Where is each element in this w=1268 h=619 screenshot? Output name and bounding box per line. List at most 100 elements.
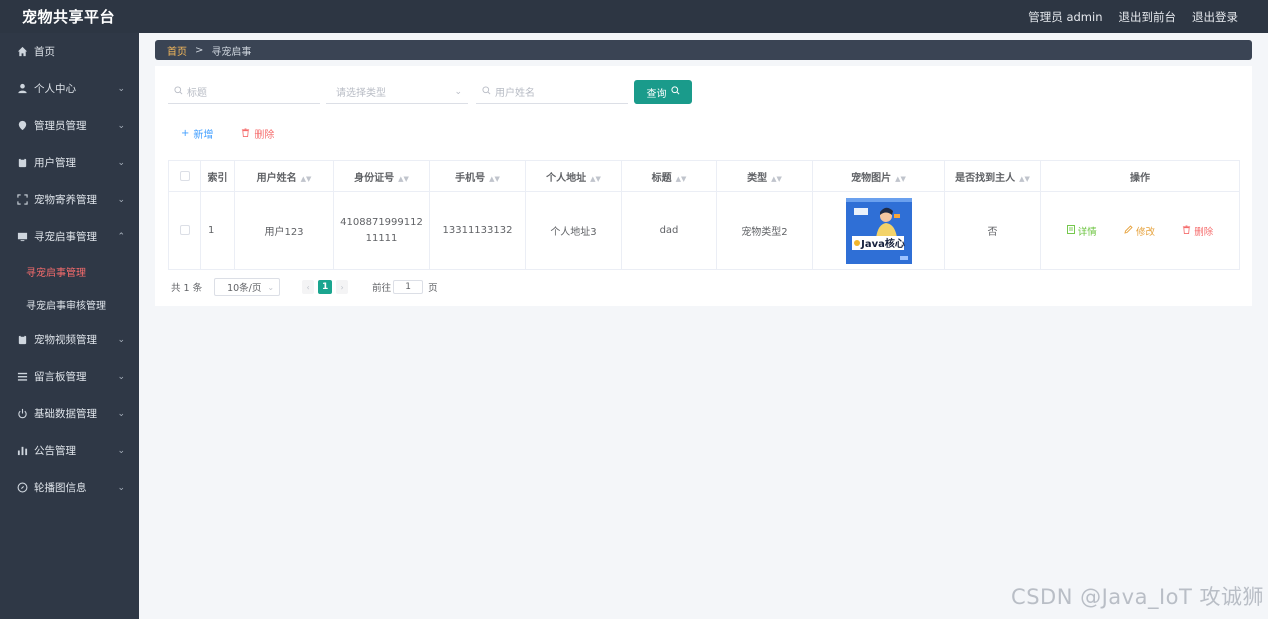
sidebar-item-pet-video[interactable]: 宠物视频管理 ⌄ bbox=[0, 321, 139, 358]
sidebar-subitem-lost-pet-manage[interactable]: 寻宠启事管理 bbox=[0, 255, 139, 288]
sidebar-item-carousel[interactable]: 轮播图信息 ⌄ bbox=[0, 469, 139, 506]
plus-icon: + bbox=[181, 128, 190, 139]
column-header-phone[interactable]: 手机号 ▲▼ bbox=[429, 160, 526, 192]
next-page-button[interactable]: › bbox=[336, 280, 349, 294]
username-search-placeholder: 用户姓名 bbox=[495, 88, 535, 99]
sidebar-item-admin[interactable]: 管理员管理 ⌄ bbox=[0, 107, 139, 144]
search-icon bbox=[174, 85, 183, 98]
row-select-cell[interactable] bbox=[168, 191, 201, 270]
logout-link[interactable]: 退出登录 bbox=[1192, 9, 1238, 25]
cell-found: 否 bbox=[944, 191, 1041, 270]
current-user: 管理员 admin bbox=[1028, 9, 1103, 24]
sort-icon[interactable]: ▲▼ bbox=[895, 175, 906, 183]
select-all-cell[interactable] bbox=[168, 160, 201, 192]
goto-page-input[interactable] bbox=[393, 280, 424, 294]
table-row: 1 用户123 410887199911211111 13311133132 个… bbox=[168, 191, 1240, 270]
prev-page-button[interactable]: ‹ bbox=[302, 280, 315, 294]
chevron-down-icon: ⌄ bbox=[117, 445, 125, 456]
sidebar-item-label: 宠物寄养管理 bbox=[34, 194, 97, 206]
sidebar-subitem-lost-pet-review[interactable]: 寻宠启事审核管理 bbox=[0, 288, 139, 321]
data-table: 索引 用户姓名 ▲▼ 身份证号 ▲▼ 手机号 ▲▼ 个人地址 ▲▼ 标题 ▲▼ 类型 ▲▼ … bbox=[168, 160, 1240, 270]
chevron-down-icon: ⌄ bbox=[117, 120, 125, 131]
type-select[interactable]: 请选择类型 ⌄ bbox=[326, 80, 468, 104]
edit-button[interactable]: 修改 bbox=[1124, 224, 1155, 238]
search-icon bbox=[482, 85, 491, 98]
pager-total: 共 1 条 bbox=[171, 283, 203, 294]
chevron-down-icon: ⌄ bbox=[117, 482, 125, 493]
sidebar-item-announcement[interactable]: 公告管理 ⌄ bbox=[0, 432, 139, 469]
column-header-idcard[interactable]: 身份证号 ▲▼ bbox=[333, 160, 430, 192]
sidebar-item-users[interactable]: 用户管理 ⌄ bbox=[0, 144, 139, 181]
sort-icon[interactable]: ▲▼ bbox=[590, 175, 601, 183]
sort-icon[interactable]: ▲▼ bbox=[676, 175, 687, 183]
sidebar-item-label: 管理员管理 bbox=[34, 120, 87, 132]
column-header-pet-image[interactable]: 宠物图片 ▲▼ bbox=[812, 160, 945, 192]
sort-icon[interactable]: ▲▼ bbox=[301, 175, 312, 183]
clipboard-icon bbox=[16, 334, 28, 346]
sidebar-item-home[interactable]: 首页 bbox=[0, 33, 139, 70]
action-row: + 新增 删除 bbox=[181, 126, 274, 141]
exit-to-front-link[interactable]: 退出到前台 bbox=[1119, 9, 1177, 25]
type-select-placeholder: 请选择类型 bbox=[336, 88, 386, 99]
home-icon bbox=[16, 46, 28, 58]
pet-image[interactable]: Java核心 bbox=[845, 197, 912, 264]
username-search-input[interactable]: 用户姓名 bbox=[476, 80, 628, 104]
monitor-icon bbox=[16, 231, 28, 243]
sidebar-item-lost-pet[interactable]: 寻宠启事管理 ⌃ bbox=[0, 218, 139, 255]
sort-icon[interactable]: ▲▼ bbox=[398, 175, 409, 183]
column-header-title[interactable]: 标题 ▲▼ bbox=[621, 160, 717, 192]
row-delete-button[interactable]: 删除 bbox=[1182, 224, 1213, 238]
breadcrumb-separator: > bbox=[195, 44, 204, 56]
edit-button-label: 修改 bbox=[1135, 226, 1155, 238]
sidebar-item-base-data[interactable]: 基础数据管理 ⌄ bbox=[0, 395, 139, 432]
chevron-down-icon: ⌄ bbox=[117, 157, 125, 168]
page-size-select[interactable]: 10条/页 ⌄ bbox=[214, 278, 281, 296]
sidebar-item-label: 首页 bbox=[34, 46, 55, 58]
sort-icon[interactable]: ▲▼ bbox=[489, 175, 500, 183]
top-links: 管理员 admin 退出到前台 退出登录 bbox=[1028, 9, 1268, 25]
sidebar-item-message-board[interactable]: 留言板管理 ⌄ bbox=[0, 358, 139, 395]
column-header-found[interactable]: 是否找到主人 ▲▼ bbox=[944, 160, 1041, 192]
watermark: CSDN @Java_IoT 攻诚狮 bbox=[1011, 585, 1264, 609]
goto-suffix: 页 bbox=[428, 283, 438, 294]
cell-idcard: 410887199911211111 bbox=[333, 191, 430, 270]
row-checkbox[interactable] bbox=[179, 225, 190, 235]
goto-label: 前往 bbox=[372, 283, 392, 294]
list-icon bbox=[16, 371, 28, 383]
title-search-placeholder: 标题 bbox=[187, 88, 207, 99]
sidebar-item-foster[interactable]: 宠物寄养管理 ⌄ bbox=[0, 181, 139, 218]
pagination: 共 1 条 10条/页 ⌄ ‹ 1 › 前往 页 bbox=[171, 278, 438, 296]
sort-icon[interactable]: ▲▼ bbox=[771, 175, 782, 183]
chevron-up-icon: ⌃ bbox=[117, 231, 125, 242]
brand-title: 宠物共享平台 bbox=[22, 8, 116, 26]
pet-image-caption: Java核心 bbox=[860, 237, 905, 250]
pencil-icon bbox=[1124, 224, 1133, 237]
query-button[interactable]: 查询 bbox=[634, 80, 692, 104]
goto-page: 前往 页 bbox=[372, 280, 438, 294]
search-icon bbox=[670, 86, 680, 98]
cell-username: 用户123 bbox=[234, 191, 334, 270]
chevron-down-icon: ⌄ bbox=[117, 194, 125, 205]
chevron-down-icon: ⌄ bbox=[117, 371, 125, 382]
sort-icon[interactable]: ▲▼ bbox=[1019, 175, 1030, 183]
sidebar-item-label: 基础数据管理 bbox=[34, 408, 97, 420]
sidebar-item-profile[interactable]: 个人中心 ⌄ bbox=[0, 70, 139, 107]
title-search-input[interactable]: 标题 bbox=[168, 80, 320, 104]
chevron-down-icon: ⌄ bbox=[454, 86, 462, 97]
chevron-down-icon: ⌄ bbox=[117, 408, 125, 419]
select-all-checkbox[interactable] bbox=[179, 170, 190, 181]
batch-delete-button[interactable]: 删除 bbox=[241, 126, 274, 141]
detail-button[interactable]: 详情 bbox=[1066, 224, 1097, 238]
column-header-address[interactable]: 个人地址 ▲▼ bbox=[525, 160, 622, 192]
add-button[interactable]: + 新增 bbox=[181, 126, 213, 141]
sidebar-item-label: 用户管理 bbox=[34, 157, 76, 169]
table-header-row: 索引 用户姓名 ▲▼ 身份证号 ▲▼ 手机号 ▲▼ 个人地址 ▲▼ 标题 ▲▼ 类型 ▲▼ … bbox=[168, 160, 1240, 192]
sidebar-item-label: 宠物视频管理 bbox=[34, 334, 97, 346]
breadcrumb-home[interactable]: 首页 bbox=[167, 43, 187, 58]
compass-icon bbox=[16, 482, 28, 494]
page-number-current[interactable]: 1 bbox=[318, 280, 333, 294]
column-header-username[interactable]: 用户姓名 ▲▼ bbox=[234, 160, 334, 192]
bar-chart-icon bbox=[16, 445, 28, 457]
column-header-type[interactable]: 类型 ▲▼ bbox=[716, 160, 813, 192]
chevron-down-icon: ⌄ bbox=[267, 282, 275, 292]
